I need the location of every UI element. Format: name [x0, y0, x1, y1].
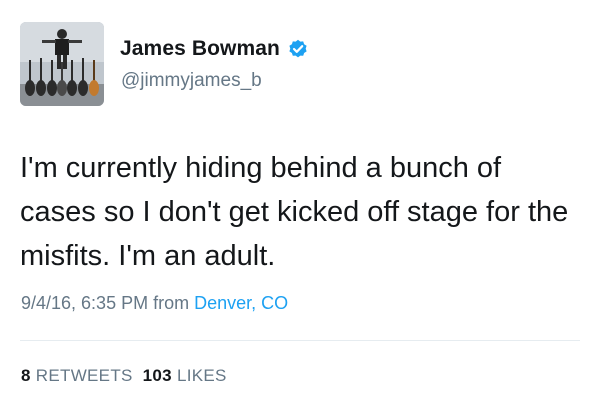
verified-badge-icon: [289, 39, 307, 58]
avatar-image: [20, 22, 104, 106]
tweet-meta: 9/4/16, 6:35 PM from Denver, CO: [21, 293, 288, 314]
tweet-card: James Bowman @jimmyjames_b I'm currently…: [0, 0, 600, 400]
tweet-timestamp[interactable]: 9/4/16, 6:35 PM: [21, 293, 148, 313]
tweet-location-link[interactable]: Denver, CO: [194, 293, 288, 313]
avatar[interactable]: [20, 22, 104, 106]
tweet-text: I'm currently hiding behind a bunch of c…: [20, 152, 569, 272]
likes-label: LIKES: [176, 366, 227, 385]
engagement-stats: 8 RETWEETS 103 LIKES: [21, 366, 227, 386]
retweets-stat[interactable]: 8 RETWEETS: [21, 366, 133, 385]
retweets-count: 8: [21, 366, 31, 385]
from-label: from: [153, 293, 190, 313]
author-row: James Bowman: [120, 37, 308, 61]
likes-count: 103: [142, 366, 172, 385]
divider: [20, 340, 580, 341]
retweets-label: RETWEETS: [35, 366, 133, 385]
author-handle[interactable]: @jimmyjames_b: [121, 70, 262, 92]
likes-stat[interactable]: 103 LIKES: [143, 366, 227, 385]
author-name[interactable]: James Bowman: [120, 37, 280, 61]
